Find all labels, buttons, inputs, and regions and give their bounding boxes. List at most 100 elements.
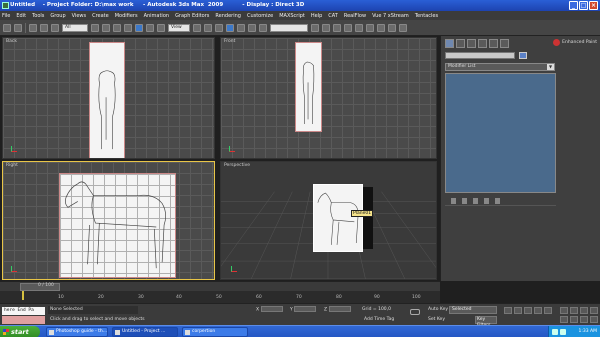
auto-key-button[interactable]: Auto Key bbox=[428, 306, 448, 314]
unlink-icon[interactable] bbox=[40, 23, 48, 32]
taskbar-item[interactable]: corpertion bbox=[182, 327, 248, 337]
go-to-end-icon[interactable] bbox=[544, 307, 552, 314]
modifier-list-dropdown[interactable]: Modifier List ▼ bbox=[445, 63, 555, 71]
viewport-label[interactable]: Right bbox=[6, 163, 18, 168]
viewport-label[interactable]: Perspective bbox=[224, 163, 250, 168]
menu-views[interactable]: Views bbox=[72, 13, 86, 19]
ref-coord-dropdown[interactable]: View bbox=[168, 23, 190, 32]
zoom-all-icon[interactable] bbox=[570, 307, 578, 314]
select-object-icon[interactable] bbox=[91, 23, 99, 32]
reference-plane[interactable] bbox=[295, 42, 322, 132]
redo-icon[interactable] bbox=[14, 23, 22, 32]
undo-icon[interactable] bbox=[3, 23, 11, 32]
menu-graph-editors[interactable]: Graph Editors bbox=[175, 13, 209, 19]
configure-modifier-sets-icon[interactable] bbox=[495, 197, 500, 204]
reference-plane-selected[interactable] bbox=[59, 173, 176, 278]
hierarchy-tab-icon[interactable] bbox=[467, 39, 476, 48]
motion-tab-icon[interactable] bbox=[478, 39, 487, 48]
pin-stack-icon[interactable] bbox=[451, 197, 456, 204]
menu-help[interactable]: Help bbox=[311, 13, 322, 19]
named-selection-dropdown[interactable] bbox=[270, 23, 308, 32]
viewport-label[interactable]: Back bbox=[6, 39, 17, 44]
minimize-button[interactable]: _ bbox=[569, 1, 578, 10]
reference-plane-3d[interactable] bbox=[313, 184, 363, 252]
enhanced-paint-button[interactable]: Enhanced Paint bbox=[553, 39, 597, 46]
start-button[interactable]: start bbox=[0, 326, 40, 337]
key-icon[interactable] bbox=[410, 309, 420, 315]
menu-vue[interactable]: Vue 7 xStream bbox=[372, 13, 409, 19]
bind-spacewarp-icon[interactable] bbox=[51, 23, 59, 32]
curve-editor-icon[interactable] bbox=[344, 23, 352, 32]
display-tab-icon[interactable] bbox=[489, 39, 498, 48]
maxscript-listener[interactable]: here End Pa bbox=[2, 307, 45, 315]
menu-tools[interactable]: Tools bbox=[32, 13, 44, 19]
tray-network-icon[interactable] bbox=[552, 329, 558, 335]
pan-icon[interactable] bbox=[570, 316, 578, 323]
menu-create[interactable]: Create bbox=[92, 13, 109, 19]
modify-tab-icon[interactable] bbox=[456, 39, 465, 48]
manipulate-icon[interactable] bbox=[204, 23, 212, 32]
render-icon[interactable] bbox=[399, 23, 407, 32]
play-icon[interactable] bbox=[524, 307, 532, 314]
viewport-front[interactable]: Front bbox=[220, 37, 437, 159]
clock[interactable]: 1:33 AM bbox=[579, 329, 598, 334]
maxscript-output[interactable] bbox=[2, 316, 45, 324]
z-coordinate[interactable]: Z bbox=[324, 306, 351, 314]
track-bar[interactable]: 10 20 30 40 50 60 70 80 90 100 bbox=[0, 291, 440, 303]
reference-plane[interactable] bbox=[89, 42, 125, 158]
menu-cat[interactable]: CAT bbox=[328, 13, 338, 19]
menu-edit[interactable]: Edit bbox=[16, 13, 26, 19]
make-unique-icon[interactable] bbox=[473, 197, 478, 204]
field-of-view-icon[interactable] bbox=[560, 316, 568, 323]
set-key-button[interactable]: Set Key bbox=[428, 316, 445, 324]
zoom-extents-all-icon[interactable] bbox=[590, 307, 598, 314]
maximize-button[interactable]: □ bbox=[579, 1, 588, 10]
render-setup-icon[interactable] bbox=[377, 23, 385, 32]
viewport-perspective[interactable]: Perspective Plane01 bbox=[220, 161, 437, 280]
align-icon[interactable] bbox=[322, 23, 330, 32]
create-tab-icon[interactable] bbox=[445, 39, 454, 48]
layer-manager-icon[interactable] bbox=[333, 23, 341, 32]
menu-file[interactable]: File bbox=[2, 13, 10, 19]
tray-volume-icon[interactable] bbox=[560, 329, 566, 335]
orbit-icon[interactable] bbox=[580, 316, 588, 323]
viewport-right[interactable]: Right bbox=[2, 161, 215, 280]
select-move-icon[interactable] bbox=[135, 23, 143, 32]
y-coordinate[interactable]: Y bbox=[290, 306, 317, 314]
time-slider[interactable]: 0 / 100 bbox=[0, 281, 440, 291]
angle-snap-icon[interactable] bbox=[237, 23, 245, 32]
link-icon[interactable] bbox=[29, 23, 37, 32]
object-name-field[interactable] bbox=[445, 52, 515, 59]
menu-modifiers[interactable]: Modifiers bbox=[115, 13, 138, 19]
material-editor-icon[interactable] bbox=[366, 23, 374, 32]
zoom-icon[interactable] bbox=[560, 307, 568, 314]
percent-snap-icon[interactable] bbox=[248, 23, 256, 32]
menu-tentacles[interactable]: Tentacles bbox=[415, 13, 438, 19]
remove-modifier-icon[interactable] bbox=[484, 197, 489, 204]
select-by-name-icon[interactable] bbox=[102, 23, 110, 32]
pivot-center-icon[interactable] bbox=[193, 23, 201, 32]
show-end-result-icon[interactable] bbox=[462, 197, 467, 204]
schematic-view-icon[interactable] bbox=[355, 23, 363, 32]
window-crossing-icon[interactable] bbox=[124, 23, 132, 32]
add-time-tag[interactable]: Add Time Tag bbox=[364, 316, 394, 324]
app-icon[interactable] bbox=[2, 2, 9, 9]
menu-animation[interactable]: Animation bbox=[144, 13, 170, 19]
selection-filter-dropdown[interactable]: All bbox=[62, 23, 88, 32]
menu-customize[interactable]: Customize bbox=[247, 13, 273, 19]
utilities-tab-icon[interactable] bbox=[500, 39, 509, 48]
close-button[interactable]: × bbox=[589, 1, 598, 10]
taskbar-item[interactable]: Untitled - Project ... bbox=[112, 327, 178, 337]
select-rotate-icon[interactable] bbox=[146, 23, 154, 32]
maximize-viewport-icon[interactable] bbox=[590, 316, 598, 323]
viewport-label[interactable]: Front bbox=[224, 39, 235, 44]
modifier-stack[interactable] bbox=[445, 73, 556, 193]
keyboard-shortcut-icon[interactable] bbox=[215, 23, 223, 32]
menu-group[interactable]: Group bbox=[50, 13, 65, 19]
rendered-frame-icon[interactable] bbox=[388, 23, 396, 32]
go-to-start-icon[interactable] bbox=[504, 307, 512, 314]
previous-frame-icon[interactable] bbox=[514, 307, 522, 314]
mirror-icon[interactable] bbox=[311, 23, 319, 32]
menu-maxscript[interactable]: MAXScript bbox=[279, 13, 305, 19]
spinner-snap-icon[interactable] bbox=[259, 23, 267, 32]
